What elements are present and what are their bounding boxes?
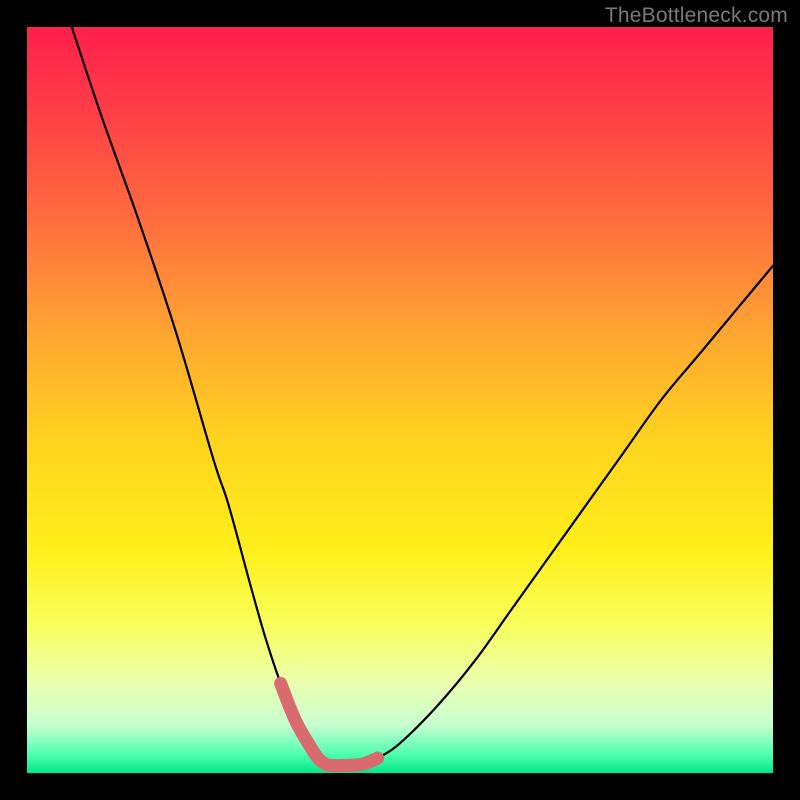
bottleneck-curve xyxy=(72,27,773,766)
curve-layer xyxy=(27,27,773,773)
chart-frame: TheBottleneck.com xyxy=(0,0,800,800)
valley-highlight xyxy=(281,683,378,765)
plot-area xyxy=(27,27,773,773)
watermark-text: TheBottleneck.com xyxy=(605,4,788,28)
